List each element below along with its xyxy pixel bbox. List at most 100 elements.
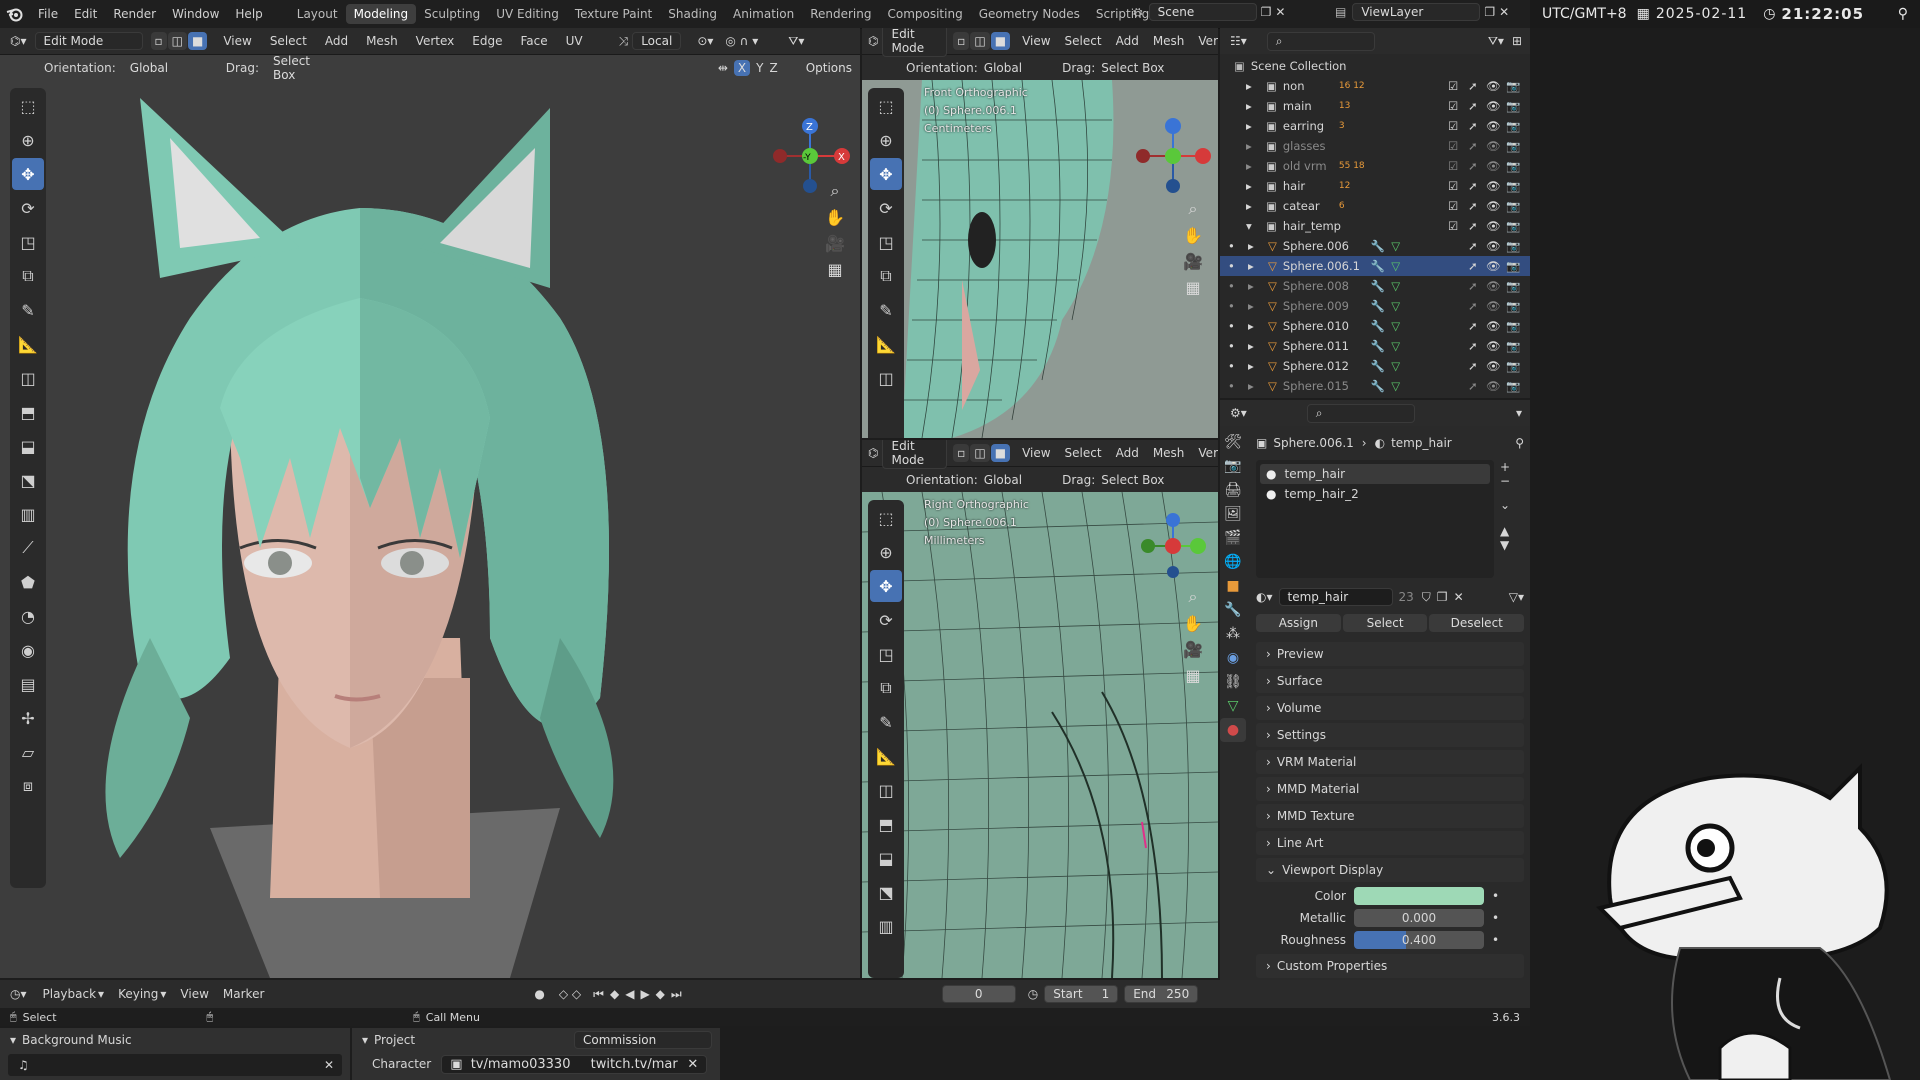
- output-tab-icon[interactable]: 🖨: [1220, 478, 1246, 502]
- expand-arrow-icon[interactable]: ▸: [1248, 359, 1262, 373]
- new-viewlayer-icon[interactable]: ❐: [1484, 5, 1495, 19]
- menu-window[interactable]: Window: [164, 7, 227, 21]
- pin-icon[interactable]: ⚲: [1898, 6, 1908, 22]
- tab-uv-editing[interactable]: UV Editing: [488, 4, 567, 24]
- outliner-row[interactable]: ▸ ▣ main 13 ☑ ➚ 👁 📷: [1220, 96, 1530, 116]
- start-frame-field[interactable]: Start 1: [1044, 985, 1119, 1003]
- project-collapse-icon[interactable]: ▾: [362, 1033, 368, 1047]
- main-viewport[interactable]: ⌬▾ Edit Mode ▫ ◫ ■ View Select Add Mesh …: [0, 28, 860, 978]
- front-face-select-icon[interactable]: ■: [990, 32, 1011, 50]
- properties-search-input[interactable]: ⌕: [1306, 403, 1415, 423]
- right-viewport[interactable]: ⌬ Edit Mode ▫ ◫ ■ View Select Add Mesh V…: [862, 440, 1218, 978]
- front-measure-tool-icon[interactable]: 📐: [870, 328, 902, 360]
- new-scene-icon[interactable]: ❐: [1261, 5, 1272, 19]
- front-add-cube-tool-icon[interactable]: ◫: [870, 362, 902, 394]
- selectable-icon[interactable]: ➚: [1468, 319, 1478, 333]
- right-menu-view[interactable]: View: [1022, 446, 1050, 460]
- visibility-eye-icon[interactable]: 👁: [1486, 139, 1501, 153]
- right-face-select-icon[interactable]: ■: [990, 444, 1011, 462]
- front-rotate-tool-icon[interactable]: ⟳: [870, 192, 902, 224]
- fake-user-icon[interactable]: ⛉: [1422, 590, 1431, 605]
- visibility-eye-icon[interactable]: 👁: [1486, 159, 1501, 173]
- roughness-slider[interactable]: 0.400: [1354, 931, 1484, 949]
- front-pan-hand-icon[interactable]: ✋: [1180, 222, 1206, 248]
- material-browse-icon[interactable]: ◐▾: [1256, 590, 1273, 604]
- character-model[interactable]: [40, 78, 840, 978]
- bgm-track-field[interactable]: ♫ ✕: [8, 1054, 342, 1076]
- expand-arrow-icon[interactable]: ▸: [1248, 319, 1262, 333]
- include-checkbox[interactable]: ☑: [1448, 199, 1458, 213]
- viewlayer-selector[interactable]: ▤ ViewLayer ❐ ✕: [1335, 3, 1509, 21]
- expand-arrow-icon[interactable]: ▸: [1246, 79, 1260, 93]
- outliner-filter-icon[interactable]: ⛛▾: [1488, 34, 1504, 49]
- outliner-row[interactable]: ▸ ▣ glasses ☑ ➚ 👁 📷: [1220, 136, 1530, 156]
- collapsed-panel[interactable]: › MMD Material: [1256, 777, 1524, 801]
- render-camera-icon[interactable]: 📷: [1506, 339, 1520, 353]
- expand-arrow-icon[interactable]: ▸: [1248, 279, 1262, 293]
- play-reverse-icon[interactable]: ◀: [625, 987, 634, 1001]
- mirror-z-toggle[interactable]: Z: [769, 61, 777, 75]
- keyframe-dot-icon[interactable]: •: [1492, 911, 1499, 925]
- outliner-search-input[interactable]: ⌕: [1266, 31, 1375, 51]
- move-tool-icon[interactable]: ✥: [12, 158, 44, 190]
- bgm-collapse-icon[interactable]: ▾: [10, 1033, 16, 1047]
- visibility-eye-icon[interactable]: 👁: [1486, 219, 1501, 233]
- outliner-row[interactable]: • ▸ ▽ Sphere.015 🔧 ▽ ➚ 👁 📷: [1220, 376, 1530, 396]
- render-camera-icon[interactable]: 📷: [1506, 139, 1520, 153]
- render-camera-icon[interactable]: 📷: [1506, 99, 1520, 113]
- particles-tab-icon[interactable]: ⁂: [1220, 622, 1246, 646]
- collapsed-panel[interactable]: › MMD Texture: [1256, 804, 1524, 828]
- menu-uv[interactable]: UV: [566, 34, 583, 48]
- menu-edit[interactable]: Edit: [66, 7, 105, 21]
- extrude-tool-icon[interactable]: ⬒: [12, 396, 44, 428]
- unlink-material-icon[interactable]: ✕: [1454, 590, 1464, 604]
- front-select-box-tool-icon[interactable]: ⬚: [870, 90, 902, 122]
- scale-tool-icon[interactable]: ◳: [12, 226, 44, 258]
- annotate-tool-icon[interactable]: ✎: [12, 294, 44, 326]
- menu-view[interactable]: View: [223, 34, 251, 48]
- material-slot[interactable]: ● temp_hair_2: [1260, 484, 1490, 504]
- outliner-row[interactable]: • ▸ ▽ Sphere.011 🔧 ▽ ➚ 👁 📷: [1220, 336, 1530, 356]
- front-edge-select-icon[interactable]: ◫: [970, 32, 990, 50]
- front-menu-mesh[interactable]: Mesh: [1153, 34, 1185, 48]
- front-cursor-tool-icon[interactable]: ⊕: [870, 124, 902, 156]
- right-extrude-tool-icon[interactable]: ⬒: [870, 808, 902, 840]
- collapsed-panel[interactable]: › Settings: [1256, 723, 1524, 747]
- right-inset-tool-icon[interactable]: ⬓: [870, 842, 902, 874]
- mirror-x-toggle[interactable]: X: [733, 60, 751, 76]
- material-tab-icon[interactable]: ●: [1220, 718, 1246, 742]
- remove-scene-icon[interactable]: ✕: [1275, 5, 1285, 19]
- cursor-tool-icon[interactable]: ⊕: [12, 124, 44, 156]
- material-slot[interactable]: ● temp_hair: [1260, 464, 1490, 484]
- color-swatch[interactable]: [1354, 887, 1484, 905]
- right-drag-dropdown[interactable]: Select Box: [1101, 473, 1164, 487]
- measure-tool-icon[interactable]: 📐: [12, 328, 44, 360]
- render-camera-icon[interactable]: 📷: [1506, 259, 1520, 273]
- outliner-row[interactable]: ▾ ▣ hair_temp ☑ ➚ 👁 📷: [1220, 216, 1530, 236]
- outliner-row[interactable]: ▸ ▣ hair 12 ☑ ➚ 👁 📷: [1220, 176, 1530, 196]
- menu-keying[interactable]: Keying: [118, 987, 158, 1001]
- menu-timeline-view[interactable]: View: [180, 987, 208, 1001]
- selectable-icon[interactable]: ➚: [1468, 239, 1478, 253]
- viewport-display-panel[interactable]: ⌄ Viewport Display: [1256, 858, 1524, 882]
- keyframe-dot-icon[interactable]: •: [1492, 933, 1499, 947]
- front-viewport[interactable]: ⌬ Edit Mode ▫ ◫ ■ View Select Add Mesh V…: [862, 28, 1218, 438]
- outliner-row[interactable]: ▸ ▣ non 16 12 ☑ ➚ 👁 📷: [1220, 76, 1530, 96]
- move-slot-down-icon[interactable]: ▼: [1500, 538, 1524, 552]
- menu-render[interactable]: Render: [105, 7, 164, 21]
- render-camera-icon[interactable]: 📷: [1506, 119, 1520, 133]
- tab-sculpting[interactable]: Sculpting: [416, 4, 488, 24]
- bevel-tool-icon[interactable]: ⬔: [12, 464, 44, 496]
- proportional-edit-icon[interactable]: ◎ ∩ ▾: [725, 34, 758, 48]
- mode-dropdown[interactable]: Edit Mode: [34, 32, 143, 50]
- orientation-dropdown[interactable]: Global: [122, 60, 210, 76]
- object-tab-icon[interactable]: ■: [1220, 574, 1246, 598]
- menu-help[interactable]: Help: [227, 7, 270, 21]
- scene-selector[interactable]: ⛭ Scene ❐ ✕: [1133, 3, 1285, 21]
- smooth-tool-icon[interactable]: ◉: [12, 634, 44, 666]
- material-name-field[interactable]: temp_hair: [1278, 588, 1393, 606]
- include-checkbox[interactable]: ☑: [1448, 179, 1458, 193]
- menu-mesh[interactable]: Mesh: [366, 34, 398, 48]
- front-camera-icon[interactable]: 🎥: [1180, 248, 1206, 274]
- spin-tool-icon[interactable]: ◔: [12, 600, 44, 632]
